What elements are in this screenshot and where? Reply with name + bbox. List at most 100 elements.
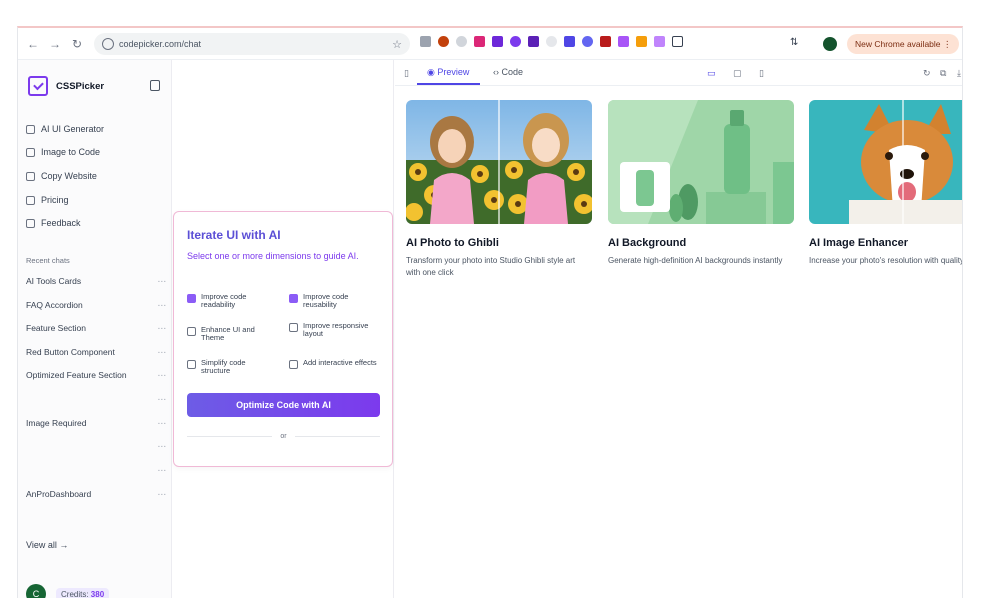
checkbox[interactable] <box>187 327 196 336</box>
sidebar-item-pricing[interactable]: Pricing <box>26 195 69 205</box>
sidebar-item-label: Pricing <box>41 195 69 205</box>
extension-icon[interactable] <box>492 36 503 47</box>
more-icon[interactable]: ⋯ <box>158 394 167 405</box>
option-label: Improve code reusability <box>303 292 349 309</box>
address-bar[interactable]: codepicker.com/chat ☆ <box>94 33 410 55</box>
refresh-icon[interactable]: ↻ <box>923 68 931 79</box>
desktop-view-icon[interactable]: ▭ <box>707 68 716 79</box>
checkbox[interactable] <box>289 360 298 369</box>
option-interactive-effects[interactable]: Add interactive effects <box>289 359 377 369</box>
extension-icon[interactable] <box>636 36 647 47</box>
option-label: Simplify code structure <box>201 358 246 375</box>
more-icon[interactable]: ⋯ <box>158 300 167 311</box>
sidebar-item-ai-ui-generator[interactable]: AI UI Generator <box>26 124 104 134</box>
extension-icon[interactable] <box>564 36 575 47</box>
profile-avatar[interactable] <box>823 37 837 51</box>
reload-icon[interactable]: ↻ <box>66 33 88 55</box>
forward-icon[interactable]: → <box>44 33 66 55</box>
extension-icon[interactable] <box>420 36 431 47</box>
option-improve-reusability[interactable]: Improve code reusability <box>289 293 377 309</box>
more-icon[interactable]: ⋯ <box>158 323 167 334</box>
tool-card-enhancer[interactable]: AI Image Enhancer Increase your photo's … <box>809 100 962 267</box>
sidebar-toggle-icon[interactable] <box>150 80 160 91</box>
more-icon[interactable]: ⋯ <box>158 465 167 476</box>
layout-icon <box>26 124 35 134</box>
tool-card-background[interactable]: AI Background Generate high-definition A… <box>608 100 794 267</box>
copy-icon[interactable]: ⧉ <box>940 68 946 79</box>
view-all-link[interactable]: View all → <box>26 540 68 550</box>
sidebar-item-copy-website[interactable]: Copy Website <box>26 171 97 181</box>
extension-icon[interactable] <box>528 36 539 47</box>
recent-chat-item[interactable]: ⋯ <box>26 441 167 452</box>
recent-chat-label: Optimized Feature Section <box>26 370 127 380</box>
copy-icon <box>26 171 35 181</box>
checkbox[interactable] <box>289 323 298 332</box>
more-icon[interactable]: ⋯ <box>158 347 167 358</box>
tab-search-icon[interactable]: ⇅ <box>790 37 798 48</box>
recent-chat-item[interactable]: Red Button Component ⋯ <box>26 347 166 358</box>
option-simplify-structure[interactable]: Simplify code structure <box>187 359 275 375</box>
recent-chat-label: AnProDashboard <box>26 489 92 499</box>
panel-toggle-icon[interactable]: ▯ <box>404 68 409 79</box>
checkbox-checked[interactable] <box>289 294 298 303</box>
recent-chats-heading: Recent chats <box>26 256 70 265</box>
bookmark-star-icon[interactable]: ☆ <box>392 38 402 51</box>
mobile-view-icon[interactable]: ▯ <box>759 68 764 79</box>
site-info-icon[interactable] <box>102 38 114 50</box>
tool-title: AI Background <box>608 237 687 249</box>
extension-icon[interactable] <box>618 36 629 47</box>
option-label: Add interactive effects <box>303 358 377 367</box>
optimize-code-button[interactable]: Optimize Code with AI <box>187 393 380 417</box>
extension-icon[interactable] <box>510 36 521 47</box>
account-footer: C Credits: 380 <box>26 584 110 598</box>
more-icon[interactable]: ⋯ <box>158 276 167 287</box>
tool-card-ghibli[interactable]: AI Photo to Ghibli Transform your photo … <box>406 100 592 279</box>
more-icon[interactable]: ⋯ <box>158 489 167 500</box>
download-icon[interactable]: ⤓ <box>957 68 961 79</box>
checkbox-checked[interactable] <box>187 294 196 303</box>
sidebar-item-feedback[interactable]: Feedback <box>26 218 81 228</box>
brand-name: CSSPicker <box>56 80 105 92</box>
option-enhance-ui[interactable]: Enhance UI and Theme <box>187 326 275 342</box>
checkbox[interactable] <box>187 360 196 369</box>
option-responsive-layout[interactable]: Improve responsive layout <box>289 322 377 338</box>
recent-chat-item[interactable]: Feature Section ⋯ <box>26 323 166 334</box>
option-improve-readability[interactable]: Improve code readability <box>187 293 275 309</box>
extension-icon[interactable] <box>600 36 611 47</box>
recent-chat-item[interactable]: AnProDashboard ⋯ <box>26 489 166 500</box>
extension-icon[interactable] <box>582 36 593 47</box>
extension-icon[interactable] <box>474 36 485 47</box>
recent-chat-item[interactable]: AI Tools Cards ⋯ <box>26 276 166 287</box>
tab-preview[interactable]: ◉ Preview <box>427 67 469 78</box>
tool-title: AI Photo to Ghibli <box>406 237 499 249</box>
puzzle-icon[interactable] <box>672 36 683 47</box>
tool-description: Generate high-definition AI backgrounds … <box>608 256 783 265</box>
back-icon[interactable]: ← <box>22 33 44 55</box>
tab-preview-label: Preview <box>437 67 470 77</box>
more-icon[interactable]: ⋯ <box>158 441 167 452</box>
preview-tabs: ▯ ◉ Preview ‹› Code ▭ ▢ ▯ ↻ ⧉ ⤓ <box>395 60 962 86</box>
avatar[interactable]: C <box>26 584 46 598</box>
option-label: Enhance UI and Theme <box>201 325 255 342</box>
recent-chat-item[interactable]: Image Required ⋯ <box>26 418 166 429</box>
brand[interactable]: CSSPicker <box>28 76 104 96</box>
recent-chat-item[interactable]: ⋯ <box>26 394 167 405</box>
extension-icon[interactable] <box>654 36 665 47</box>
tab-code[interactable]: ‹› Code <box>493 67 523 77</box>
recent-chat-item[interactable]: ⋯ <box>26 465 167 476</box>
iterate-subtitle: Select one or more dimensions to guide A… <box>187 251 359 261</box>
url-text: codepicker.com/chat <box>119 39 202 49</box>
active-tab-indicator <box>417 83 480 85</box>
credits-badge[interactable]: Credits: 380 <box>56 587 110 598</box>
iterate-title: Iterate UI with AI <box>187 228 281 242</box>
more-icon[interactable]: ⋯ <box>158 418 167 429</box>
more-icon[interactable]: ⋯ <box>158 370 167 381</box>
tablet-view-icon[interactable]: ▢ <box>733 68 742 79</box>
extension-icon[interactable] <box>456 36 467 47</box>
recent-chat-item[interactable]: FAQ Accordion ⋯ <box>26 300 166 311</box>
sidebar-item-image-to-code[interactable]: Image to Code <box>26 147 100 157</box>
recent-chat-item[interactable]: Optimized Feature Section ⋯ <box>26 370 166 381</box>
extension-icon[interactable] <box>438 36 449 47</box>
chrome-update-button[interactable]: New Chrome available ⋮ <box>847 34 960 54</box>
extension-icon[interactable] <box>546 36 557 47</box>
